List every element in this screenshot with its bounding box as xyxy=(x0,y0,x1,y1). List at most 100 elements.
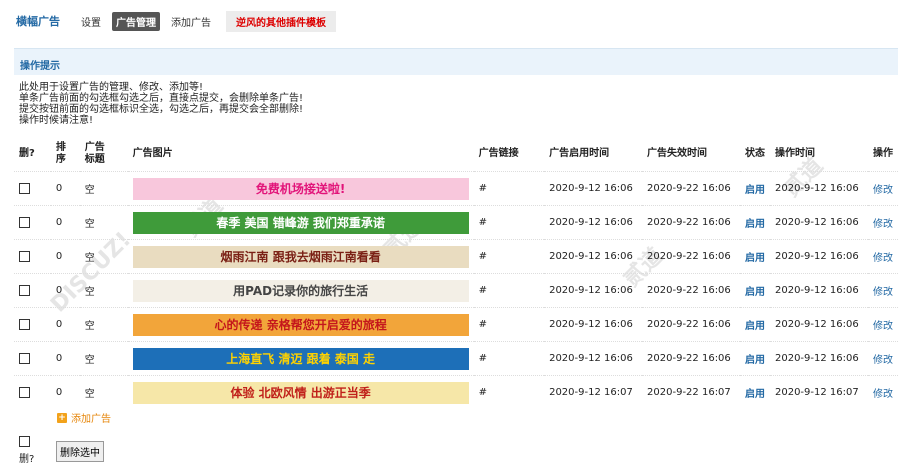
tab-ad-management[interactable]: 广告管理 xyxy=(112,11,160,31)
col-order: 排序 xyxy=(55,142,66,165)
table-row: 0 空春季 美国 错峰游 我们郑重承诺 #2020-9-12 16:06 2020-9… xyxy=(14,205,898,240)
row-action-cell: 修改 xyxy=(868,205,898,240)
row-delete-cell xyxy=(14,307,51,342)
tab-add-ad[interactable]: 添加广告 xyxy=(168,12,214,31)
row-status[interactable]: 启用 xyxy=(745,185,765,196)
edit-link[interactable]: 修改 xyxy=(873,219,893,230)
row-delete-checkbox[interactable] xyxy=(19,182,30,194)
tips-header: 操作提示 xyxy=(14,48,898,75)
row-start-time: 2020-9-12 16:06 xyxy=(544,205,643,240)
row-delete-cell xyxy=(14,273,51,308)
row-status[interactable]: 启用 xyxy=(745,253,765,264)
row-title: 空 xyxy=(79,171,128,206)
row-status[interactable]: 启用 xyxy=(745,321,765,332)
row-status-cell: 启用 xyxy=(739,239,770,274)
row-delete-cell xyxy=(14,341,51,376)
ad-banner-image[interactable]: 用PAD记录你的旅行生活 xyxy=(132,279,469,302)
select-all-label: 删? xyxy=(19,453,35,465)
row-status[interactable]: 启用 xyxy=(745,287,765,298)
select-all-area: 删? xyxy=(19,436,34,465)
edit-link[interactable]: 修改 xyxy=(873,185,893,196)
row-link: # xyxy=(473,341,545,376)
row-title: 空 xyxy=(79,307,128,342)
col-link: 广告链接 xyxy=(478,148,519,159)
ad-banner-text: 用PAD记录你的旅行生活 xyxy=(233,284,369,298)
ad-table-body: 0 空免费机场接送啦! #2020-9-12 16:06 2020-9-22 16:0… xyxy=(14,171,898,409)
edit-link[interactable]: 修改 xyxy=(873,287,893,298)
tip-line: 此处用于设置广告的管理、修改、添加等! xyxy=(19,82,204,93)
ad-table: 删? 排序 广告标题 广告图片 广告链接 广告启用时间 广告失效时间 状态 操作… xyxy=(14,137,898,409)
col-end-time: 广告失效时间 xyxy=(647,148,708,159)
other-plugins-link[interactable]: 逆风的其他插件模板 xyxy=(226,10,336,32)
row-delete-checkbox[interactable] xyxy=(19,386,30,398)
row-delete-cell xyxy=(14,375,51,409)
row-action-cell: 修改 xyxy=(868,307,898,342)
row-order: 0 xyxy=(50,171,80,206)
row-image-cell: 上海直飞 清迈 跟着 泰国 走 xyxy=(127,341,474,376)
row-image-cell: 用PAD记录你的旅行生活 xyxy=(127,273,474,308)
row-status-cell: 启用 xyxy=(739,341,770,376)
row-status-cell: 启用 xyxy=(739,171,770,206)
row-order: 0 xyxy=(50,375,80,409)
ad-banner-text: 体验 北欧风情 出游正当季 xyxy=(230,386,371,400)
row-delete-checkbox[interactable] xyxy=(19,284,30,296)
edit-link[interactable]: 修改 xyxy=(873,253,893,264)
row-end-time: 2020-9-22 16:06 xyxy=(642,307,740,342)
add-ad-link[interactable]: 添加广告 xyxy=(71,410,111,425)
row-action-cell: 修改 xyxy=(868,375,898,409)
row-start-time: 2020-9-12 16:06 xyxy=(544,341,643,376)
edit-link[interactable]: 修改 xyxy=(873,321,893,332)
row-order: 0 xyxy=(50,273,80,308)
table-row: 0 空上海直飞 清迈 跟着 泰国 走 #2020-9-12 16:06 2020-9-… xyxy=(14,341,898,376)
row-op-time: 2020-9-12 16:06 xyxy=(769,307,868,342)
ad-banner-image[interactable]: 免费机场接送啦! xyxy=(132,177,469,200)
row-op-time: 2020-9-12 16:07 xyxy=(769,375,868,409)
tip-line: 提交按钮前面的勾选框标识全选，勾选之后，再提交会全部删除! xyxy=(19,104,304,115)
plugin-title[interactable]: 横幅广告 xyxy=(16,13,60,29)
ad-banner-image[interactable]: 烟雨江南 跟我去烟雨江南看看 xyxy=(132,245,469,268)
ad-banner-image[interactable]: 心的传递 亲格帮您开启爱的旅程 xyxy=(132,313,469,336)
row-delete-cell xyxy=(14,205,51,240)
row-link: # xyxy=(473,239,545,274)
row-start-time: 2020-9-12 16:06 xyxy=(544,307,643,342)
row-delete-checkbox[interactable] xyxy=(19,318,30,330)
row-start-time: 2020-9-12 16:06 xyxy=(544,273,643,308)
table-row: 0 空免费机场接送啦! #2020-9-12 16:06 2020-9-22 16:0… xyxy=(14,171,898,206)
row-link: # xyxy=(473,307,545,342)
row-status[interactable]: 启用 xyxy=(745,219,765,230)
ad-banner-image[interactable]: 春季 美国 错峰游 我们郑重承诺 xyxy=(132,211,469,234)
select-all-checkbox[interactable] xyxy=(19,436,30,447)
row-start-time: 2020-9-12 16:07 xyxy=(544,375,643,409)
tip-line: 操作时候请注意! xyxy=(19,115,94,126)
row-title: 空 xyxy=(79,239,128,274)
row-op-time: 2020-9-12 16:06 xyxy=(769,341,868,376)
row-link: # xyxy=(473,273,545,308)
page: 横幅广告 设置 广告管理 添加广告 逆风的其他插件模板 操作提示 此处用于设置广… xyxy=(0,0,910,475)
edit-link[interactable]: 修改 xyxy=(873,355,893,366)
row-delete-cell xyxy=(14,239,51,274)
plus-icon[interactable]: + xyxy=(57,412,67,423)
row-order: 0 xyxy=(50,205,80,240)
edit-link[interactable]: 修改 xyxy=(873,389,893,400)
row-title: 空 xyxy=(79,341,128,376)
ad-banner-image[interactable]: 体验 北欧风情 出游正当季 xyxy=(132,381,469,404)
row-delete-checkbox[interactable] xyxy=(19,352,30,364)
row-order: 0 xyxy=(50,341,80,376)
row-delete-cell xyxy=(14,171,51,206)
row-status[interactable]: 启用 xyxy=(745,389,765,400)
ad-banner-image[interactable]: 上海直飞 清迈 跟着 泰国 走 xyxy=(132,347,469,370)
tab-settings[interactable]: 设置 xyxy=(78,12,104,31)
row-delete-checkbox[interactable] xyxy=(19,250,30,262)
row-image-cell: 体验 北欧风情 出游正当季 xyxy=(127,375,474,409)
delete-selected-button[interactable]: 删除选中 xyxy=(56,441,104,462)
row-status[interactable]: 启用 xyxy=(745,355,765,366)
row-delete-checkbox[interactable] xyxy=(19,216,30,228)
row-op-time: 2020-9-12 16:06 xyxy=(769,239,868,274)
tip-line: 单条广告前面的勾选框勾选之后，直接点提交，会删除单条广告! xyxy=(19,93,304,104)
add-ad-row[interactable]: + 添加广告 xyxy=(57,410,111,425)
row-link: # xyxy=(473,375,545,409)
col-status: 状态 xyxy=(744,148,765,159)
table-header-row: 删? 排序 广告标题 广告图片 广告链接 广告启用时间 广告失效时间 状态 操作… xyxy=(14,137,898,172)
col-action: 操作 xyxy=(873,148,893,159)
col-start-time: 广告启用时间 xyxy=(549,148,610,159)
